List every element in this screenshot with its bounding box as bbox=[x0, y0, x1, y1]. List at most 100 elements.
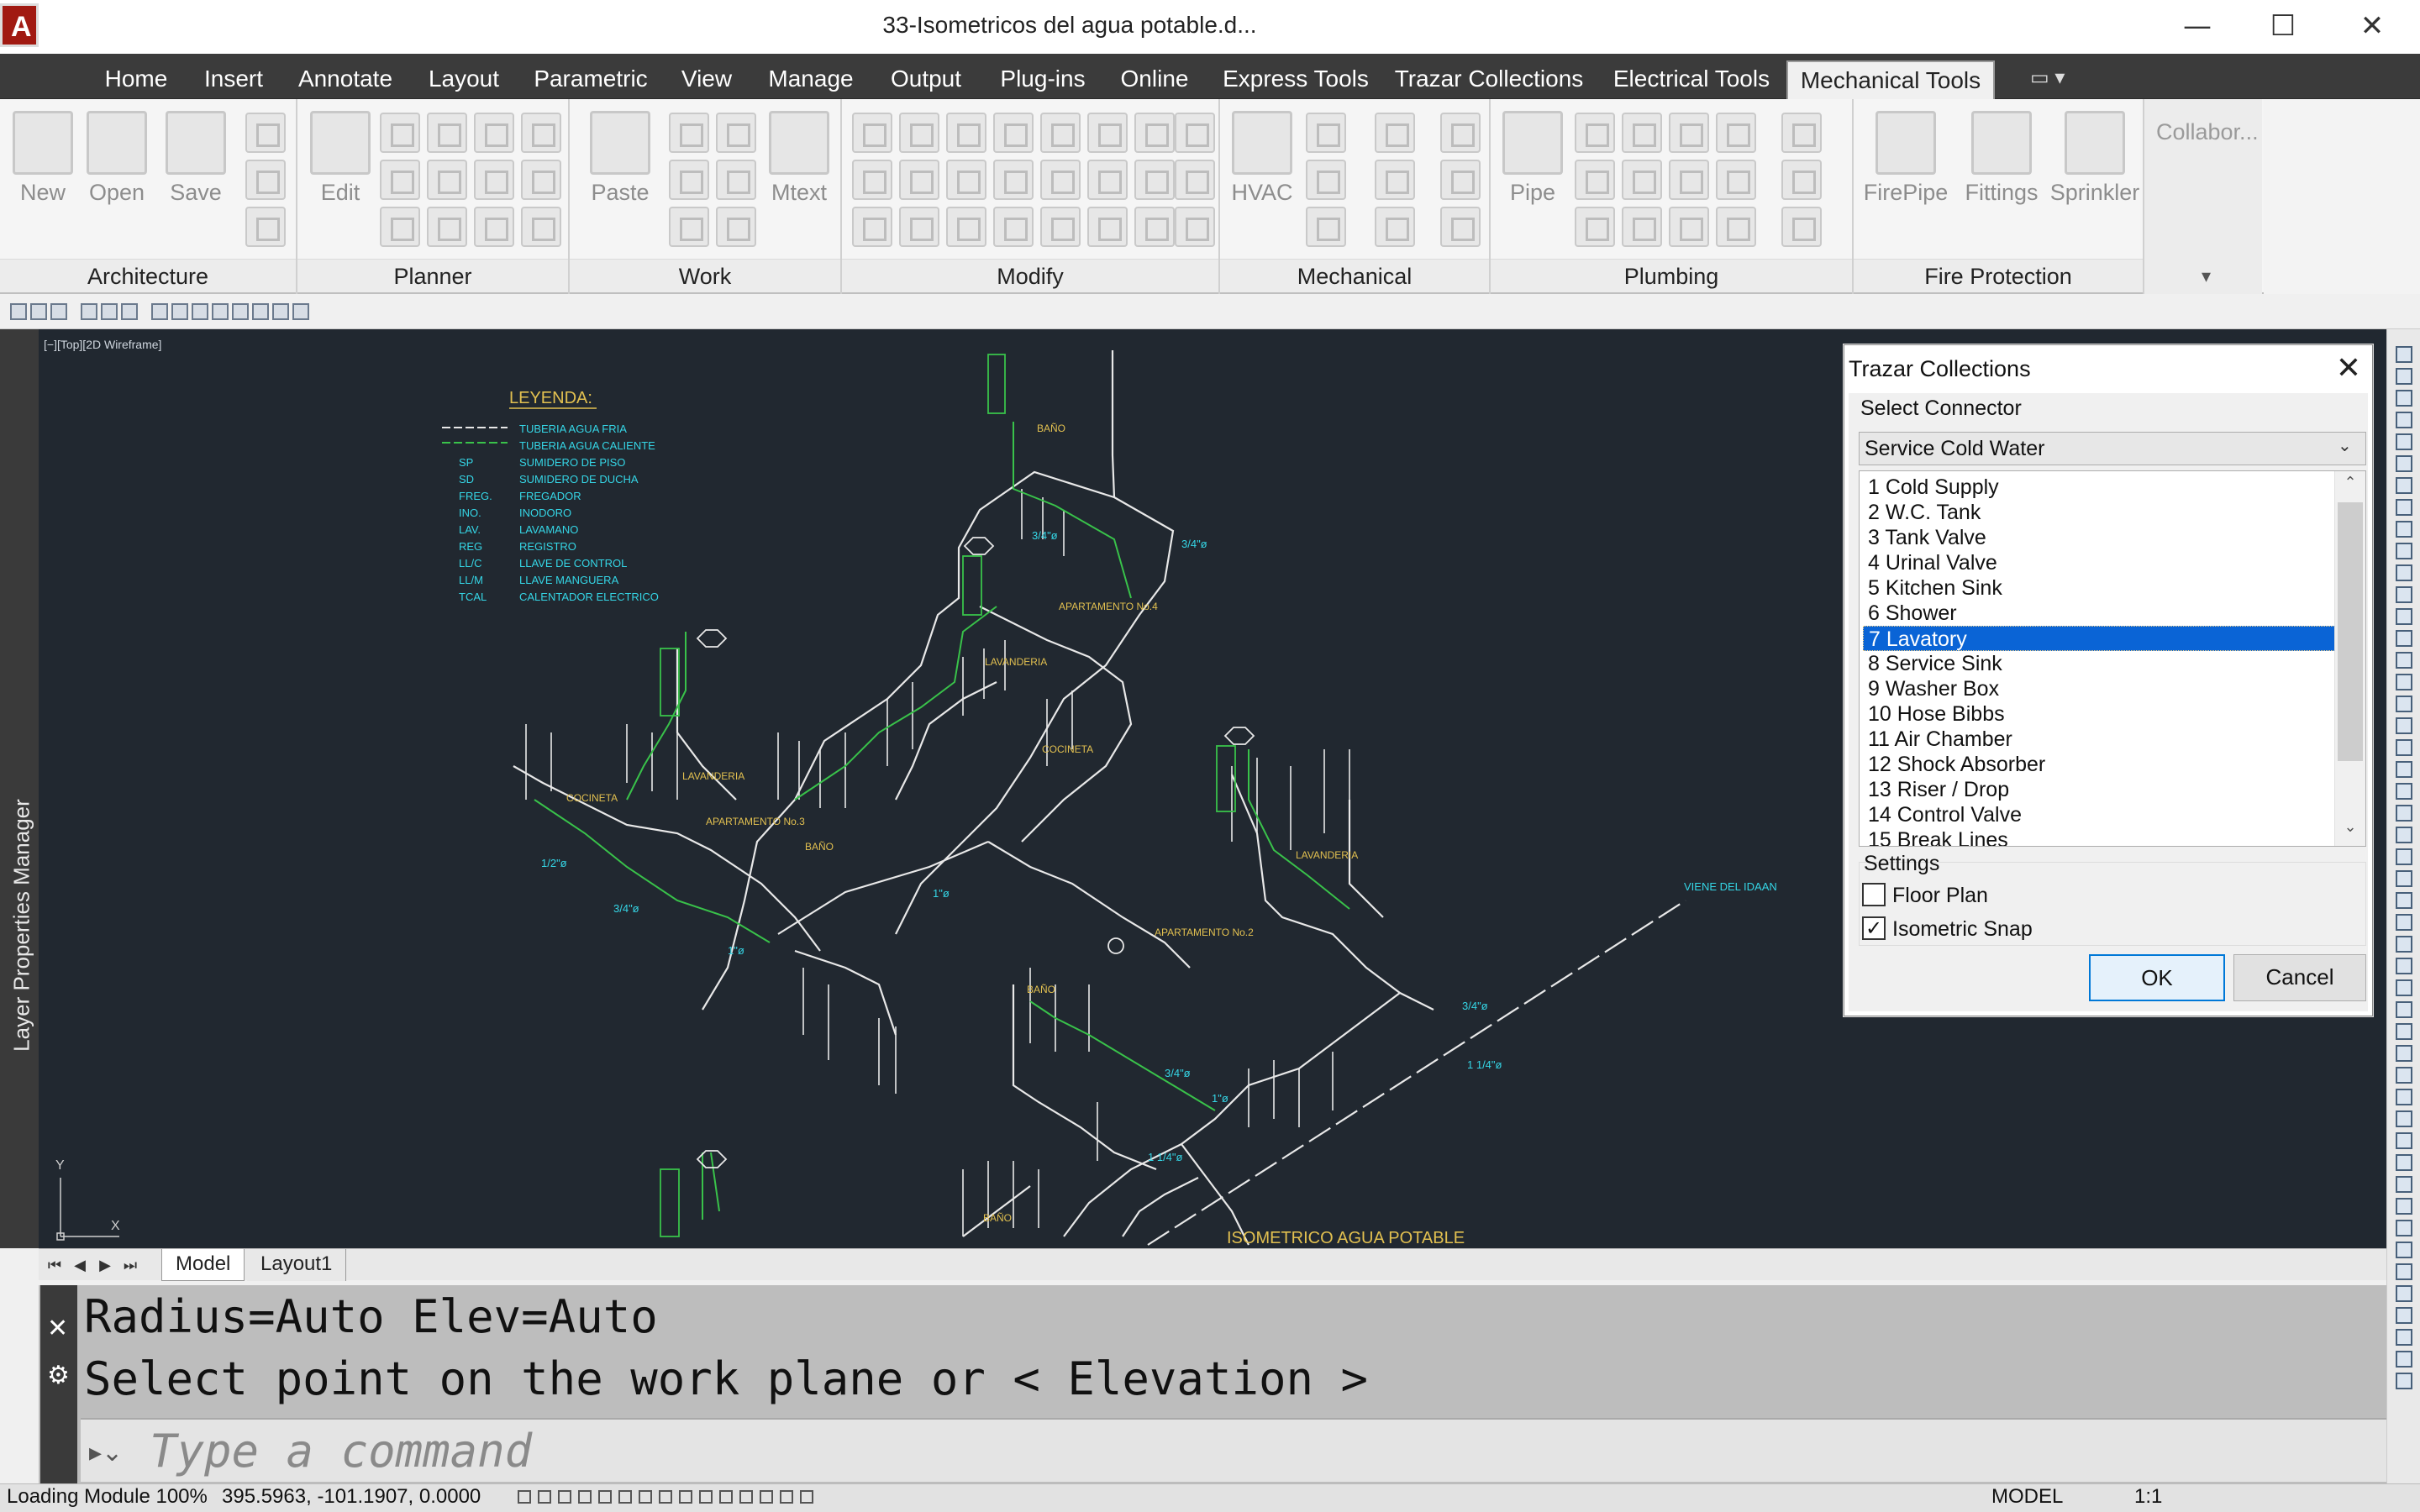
draw-tool-icon[interactable] bbox=[2396, 783, 2412, 800]
planner-tool-icon[interactable] bbox=[380, 207, 420, 247]
draw-tool-icon[interactable] bbox=[2396, 1263, 2412, 1280]
plumbing-tool-icon[interactable] bbox=[1622, 207, 1662, 247]
ortho-toggle-icon[interactable] bbox=[558, 1490, 571, 1504]
modify-tool-icon[interactable] bbox=[1087, 207, 1128, 247]
planner-tool-icon[interactable] bbox=[474, 113, 514, 153]
minimize-button[interactable]: — bbox=[2160, 5, 2235, 47]
connector-list-item[interactable]: 5 Kitchen Sink bbox=[1868, 575, 2345, 601]
toolbar-icon[interactable] bbox=[252, 303, 269, 320]
modify-tool-icon[interactable] bbox=[899, 113, 939, 153]
tab-electrical-tools[interactable]: Electrical Tools bbox=[1602, 60, 1781, 99]
draw-tool-icon[interactable] bbox=[2396, 1285, 2412, 1302]
connector-dropdown[interactable]: Service Cold Water bbox=[1859, 432, 2366, 465]
draw-tool-icon[interactable] bbox=[2396, 1045, 2412, 1062]
planner-tool-icon[interactable] bbox=[521, 207, 561, 247]
toolbar-icon[interactable] bbox=[292, 303, 309, 320]
planner-tool-icon[interactable] bbox=[521, 160, 561, 200]
ribbon-expand-chevron-icon[interactable]: ▾ bbox=[2202, 265, 2211, 287]
work-tool-icon[interactable] bbox=[669, 160, 709, 200]
next-tab-icon[interactable]: ▶ bbox=[94, 1254, 116, 1276]
prev-tab-icon[interactable]: ◀ bbox=[69, 1254, 91, 1276]
mechanical-tool-icon[interactable] bbox=[1306, 207, 1346, 247]
annotation-icon[interactable] bbox=[719, 1490, 733, 1504]
plumbing-tool-icon[interactable] bbox=[1669, 160, 1709, 200]
tab-output[interactable]: Output bbox=[879, 60, 973, 99]
properties-icon[interactable] bbox=[245, 207, 286, 247]
modify-tool-icon[interactable] bbox=[899, 160, 939, 200]
draw-tool-icon[interactable] bbox=[2396, 455, 2412, 472]
modify-tool-icon[interactable] bbox=[1134, 207, 1175, 247]
draw-tool-icon[interactable] bbox=[2396, 630, 2412, 647]
lineweight-toggle-icon[interactable] bbox=[639, 1490, 652, 1504]
isolate-icon[interactable] bbox=[760, 1490, 773, 1504]
mechanical-tool-icon[interactable] bbox=[1440, 207, 1481, 247]
draw-tool-icon[interactable] bbox=[2396, 805, 2412, 822]
modify-tool-icon[interactable] bbox=[1134, 160, 1175, 200]
chevron-down-icon[interactable]: ⌄ bbox=[2338, 435, 2352, 456]
toolbar-icon[interactable] bbox=[272, 303, 289, 320]
otrack-toggle-icon[interactable] bbox=[618, 1490, 632, 1504]
draw-tool-icon[interactable] bbox=[2396, 1329, 2412, 1346]
draw-tool-icon[interactable] bbox=[2396, 608, 2412, 625]
mechanical-tool-icon[interactable] bbox=[1440, 113, 1481, 153]
draw-tool-icon[interactable] bbox=[2396, 696, 2412, 712]
mechanical-tool-icon[interactable] bbox=[1375, 207, 1415, 247]
draw-tool-icon[interactable] bbox=[2396, 1242, 2412, 1258]
undo-icon[interactable] bbox=[245, 113, 286, 153]
draw-tool-icon[interactable] bbox=[2396, 477, 2412, 494]
draw-tool-icon[interactable] bbox=[2396, 674, 2412, 690]
modify-tool-icon[interactable] bbox=[1040, 160, 1081, 200]
maximize-button[interactable]: ☐ bbox=[2245, 5, 2321, 47]
draw-tool-icon[interactable] bbox=[2396, 1307, 2412, 1324]
connector-list-item[interactable]: 15 Break Lines bbox=[1868, 827, 2345, 846]
new-button[interactable]: New bbox=[8, 108, 77, 206]
connector-list-item[interactable]: 10 Hose Bibbs bbox=[1868, 701, 2345, 727]
draw-tool-icon[interactable] bbox=[2396, 1220, 2412, 1236]
snap-toggle-icon[interactable] bbox=[518, 1490, 531, 1504]
tab-online[interactable]: Online bbox=[1111, 60, 1198, 99]
toolbar-icon[interactable] bbox=[10, 303, 27, 320]
tab-plugins[interactable]: Plug-ins bbox=[988, 60, 1097, 99]
draw-tool-icon[interactable] bbox=[2396, 652, 2412, 669]
clean-screen-icon[interactable] bbox=[800, 1490, 813, 1504]
toolbar-icon[interactable] bbox=[192, 303, 208, 320]
connector-list[interactable]: 1 Cold Supply 2 W.C. Tank 3 Tank Valve 4 Ur… bbox=[1859, 470, 2366, 847]
work-tool-icon[interactable] bbox=[716, 113, 756, 153]
draw-tool-icon[interactable] bbox=[2396, 1067, 2412, 1084]
transparency-toggle-icon[interactable] bbox=[659, 1490, 672, 1504]
work-tool-icon[interactable] bbox=[716, 207, 756, 247]
draw-tool-icon[interactable] bbox=[2396, 1373, 2412, 1389]
plumbing-tool-icon[interactable] bbox=[1575, 160, 1615, 200]
connector-list-item[interactable]: 14 Control Valve bbox=[1868, 802, 2345, 827]
modify-tool-icon[interactable] bbox=[1040, 207, 1081, 247]
fittings-button[interactable]: Fittings bbox=[1956, 108, 2047, 206]
plumbing-tool-icon[interactable] bbox=[1781, 207, 1822, 247]
draw-tool-icon[interactable] bbox=[2396, 521, 2412, 538]
sprinkler-button[interactable]: Sprinkler bbox=[2049, 108, 2141, 206]
tab-manage[interactable]: Manage bbox=[756, 60, 865, 99]
mechanical-tool-icon[interactable] bbox=[1306, 113, 1346, 153]
move-icon[interactable] bbox=[993, 113, 1034, 153]
draw-tool-icon[interactable] bbox=[2396, 739, 2412, 756]
modify-tool-icon[interactable] bbox=[1087, 113, 1128, 153]
grid-toggle-icon[interactable] bbox=[538, 1490, 551, 1504]
draw-tool-icon[interactable] bbox=[2396, 499, 2412, 516]
draw-tool-icon[interactable] bbox=[2396, 1132, 2412, 1149]
osnap-toggle-icon[interactable] bbox=[598, 1490, 612, 1504]
modify-tool-icon[interactable] bbox=[1134, 113, 1175, 153]
draw-tool-icon[interactable] bbox=[2396, 761, 2412, 778]
dynamic-input-icon[interactable] bbox=[699, 1490, 713, 1504]
plumbing-tool-icon[interactable] bbox=[1622, 160, 1662, 200]
hardware-accel-icon[interactable] bbox=[780, 1490, 793, 1504]
draw-tool-icon[interactable] bbox=[2396, 1176, 2412, 1193]
tab-express-tools[interactable]: Express Tools bbox=[1213, 60, 1378, 99]
connector-list-item[interactable]: 8 Service Sink bbox=[1868, 651, 2345, 676]
modify-tool-icon[interactable] bbox=[852, 207, 892, 247]
modify-tool-icon[interactable] bbox=[993, 160, 1034, 200]
toolbar-icon[interactable] bbox=[171, 303, 188, 320]
cancel-button[interactable]: Cancel bbox=[2233, 954, 2366, 1001]
isometric-snap-checkbox[interactable]: ✓ bbox=[1862, 916, 1886, 940]
plumbing-tool-icon[interactable] bbox=[1716, 113, 1756, 153]
draw-tool-icon[interactable] bbox=[2396, 1089, 2412, 1105]
draw-tool-icon[interactable] bbox=[2396, 1001, 2412, 1018]
